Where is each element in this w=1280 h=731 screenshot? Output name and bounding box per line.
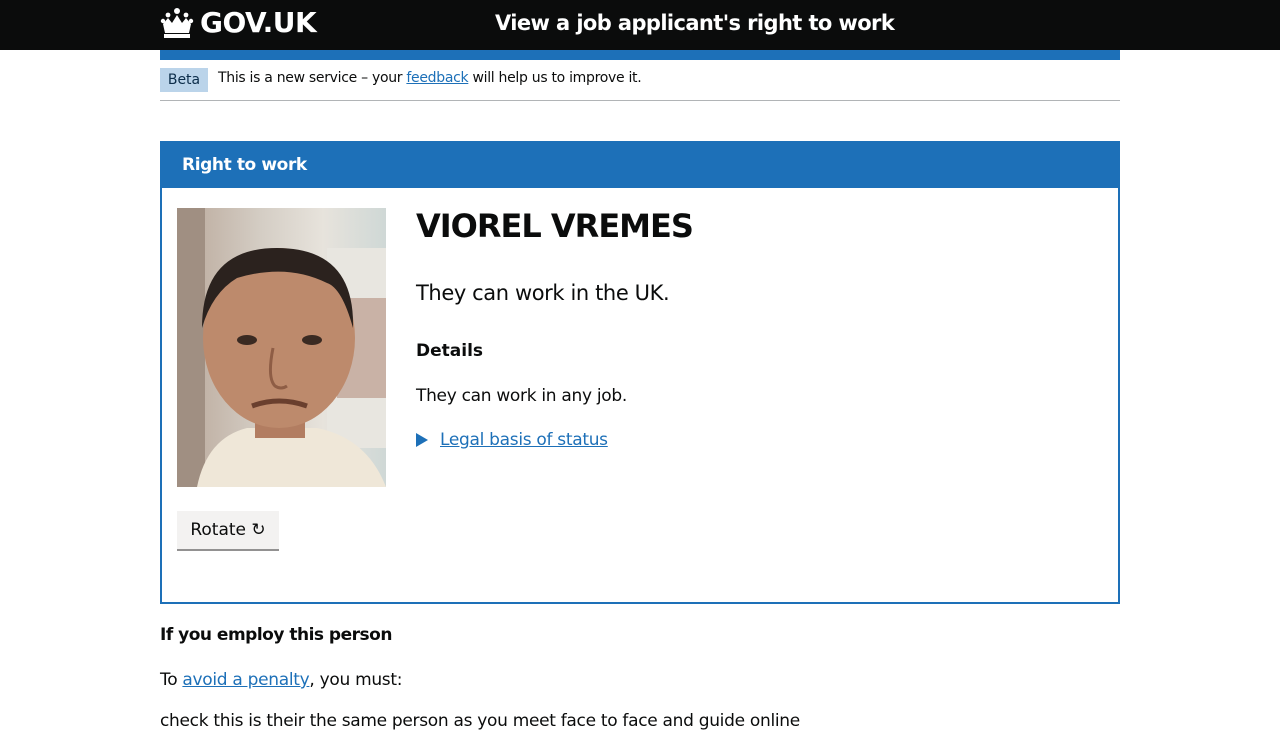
legal-basis-link[interactable]: Legal basis of status [440,430,608,450]
avoid-penalty-link[interactable]: avoid a penalty [182,670,309,690]
penalty-text-before: To [160,670,183,690]
details-text: They can work in any job. [416,386,627,406]
rotate-button[interactable]: Rotate ↻ [177,511,279,549]
site-header: GOV.UK View a job applicant's right to w… [0,0,1280,50]
panel-title: Right to work [182,155,307,175]
employ-heading: If you employ this person [160,625,392,645]
feedback-link[interactable]: feedback [406,70,468,86]
details-heading: Details [416,341,484,361]
triangle-right-icon [416,433,428,447]
right-to-work-panel: Right to work Rotate ↻ VIOREL VREMES The… [160,141,1120,604]
panel-header: Right to work [162,143,1118,188]
govuk-logo-link[interactable]: GOV.UK [160,6,317,39]
phase-text-after: will help us to improve it. [468,70,642,86]
phase-banner: Beta This is a new service – your feedba… [160,68,1120,101]
penalty-text-after: , you must: [309,670,403,690]
penalty-text: To avoid a penalty, you must: [160,670,402,690]
work-status: They can work in the UK. [416,281,670,305]
phase-text-before: This is a new service – your [218,70,407,86]
cutoff-list-item: check this is their the same person as y… [160,711,800,731]
applicant-photo [177,208,386,487]
service-name-link[interactable]: View a job applicant's right to work [495,11,895,35]
logo-text: GOV.UK [200,6,317,39]
person-name: VIOREL VREMES [416,207,694,245]
legal-basis-toggle[interactable]: Legal basis of status [416,430,608,450]
beta-tag: Beta [160,68,208,92]
header-blue-strip [160,50,1120,60]
phase-banner-text: This is a new service – your feedback wi… [218,70,642,86]
crown-icon [160,7,194,39]
